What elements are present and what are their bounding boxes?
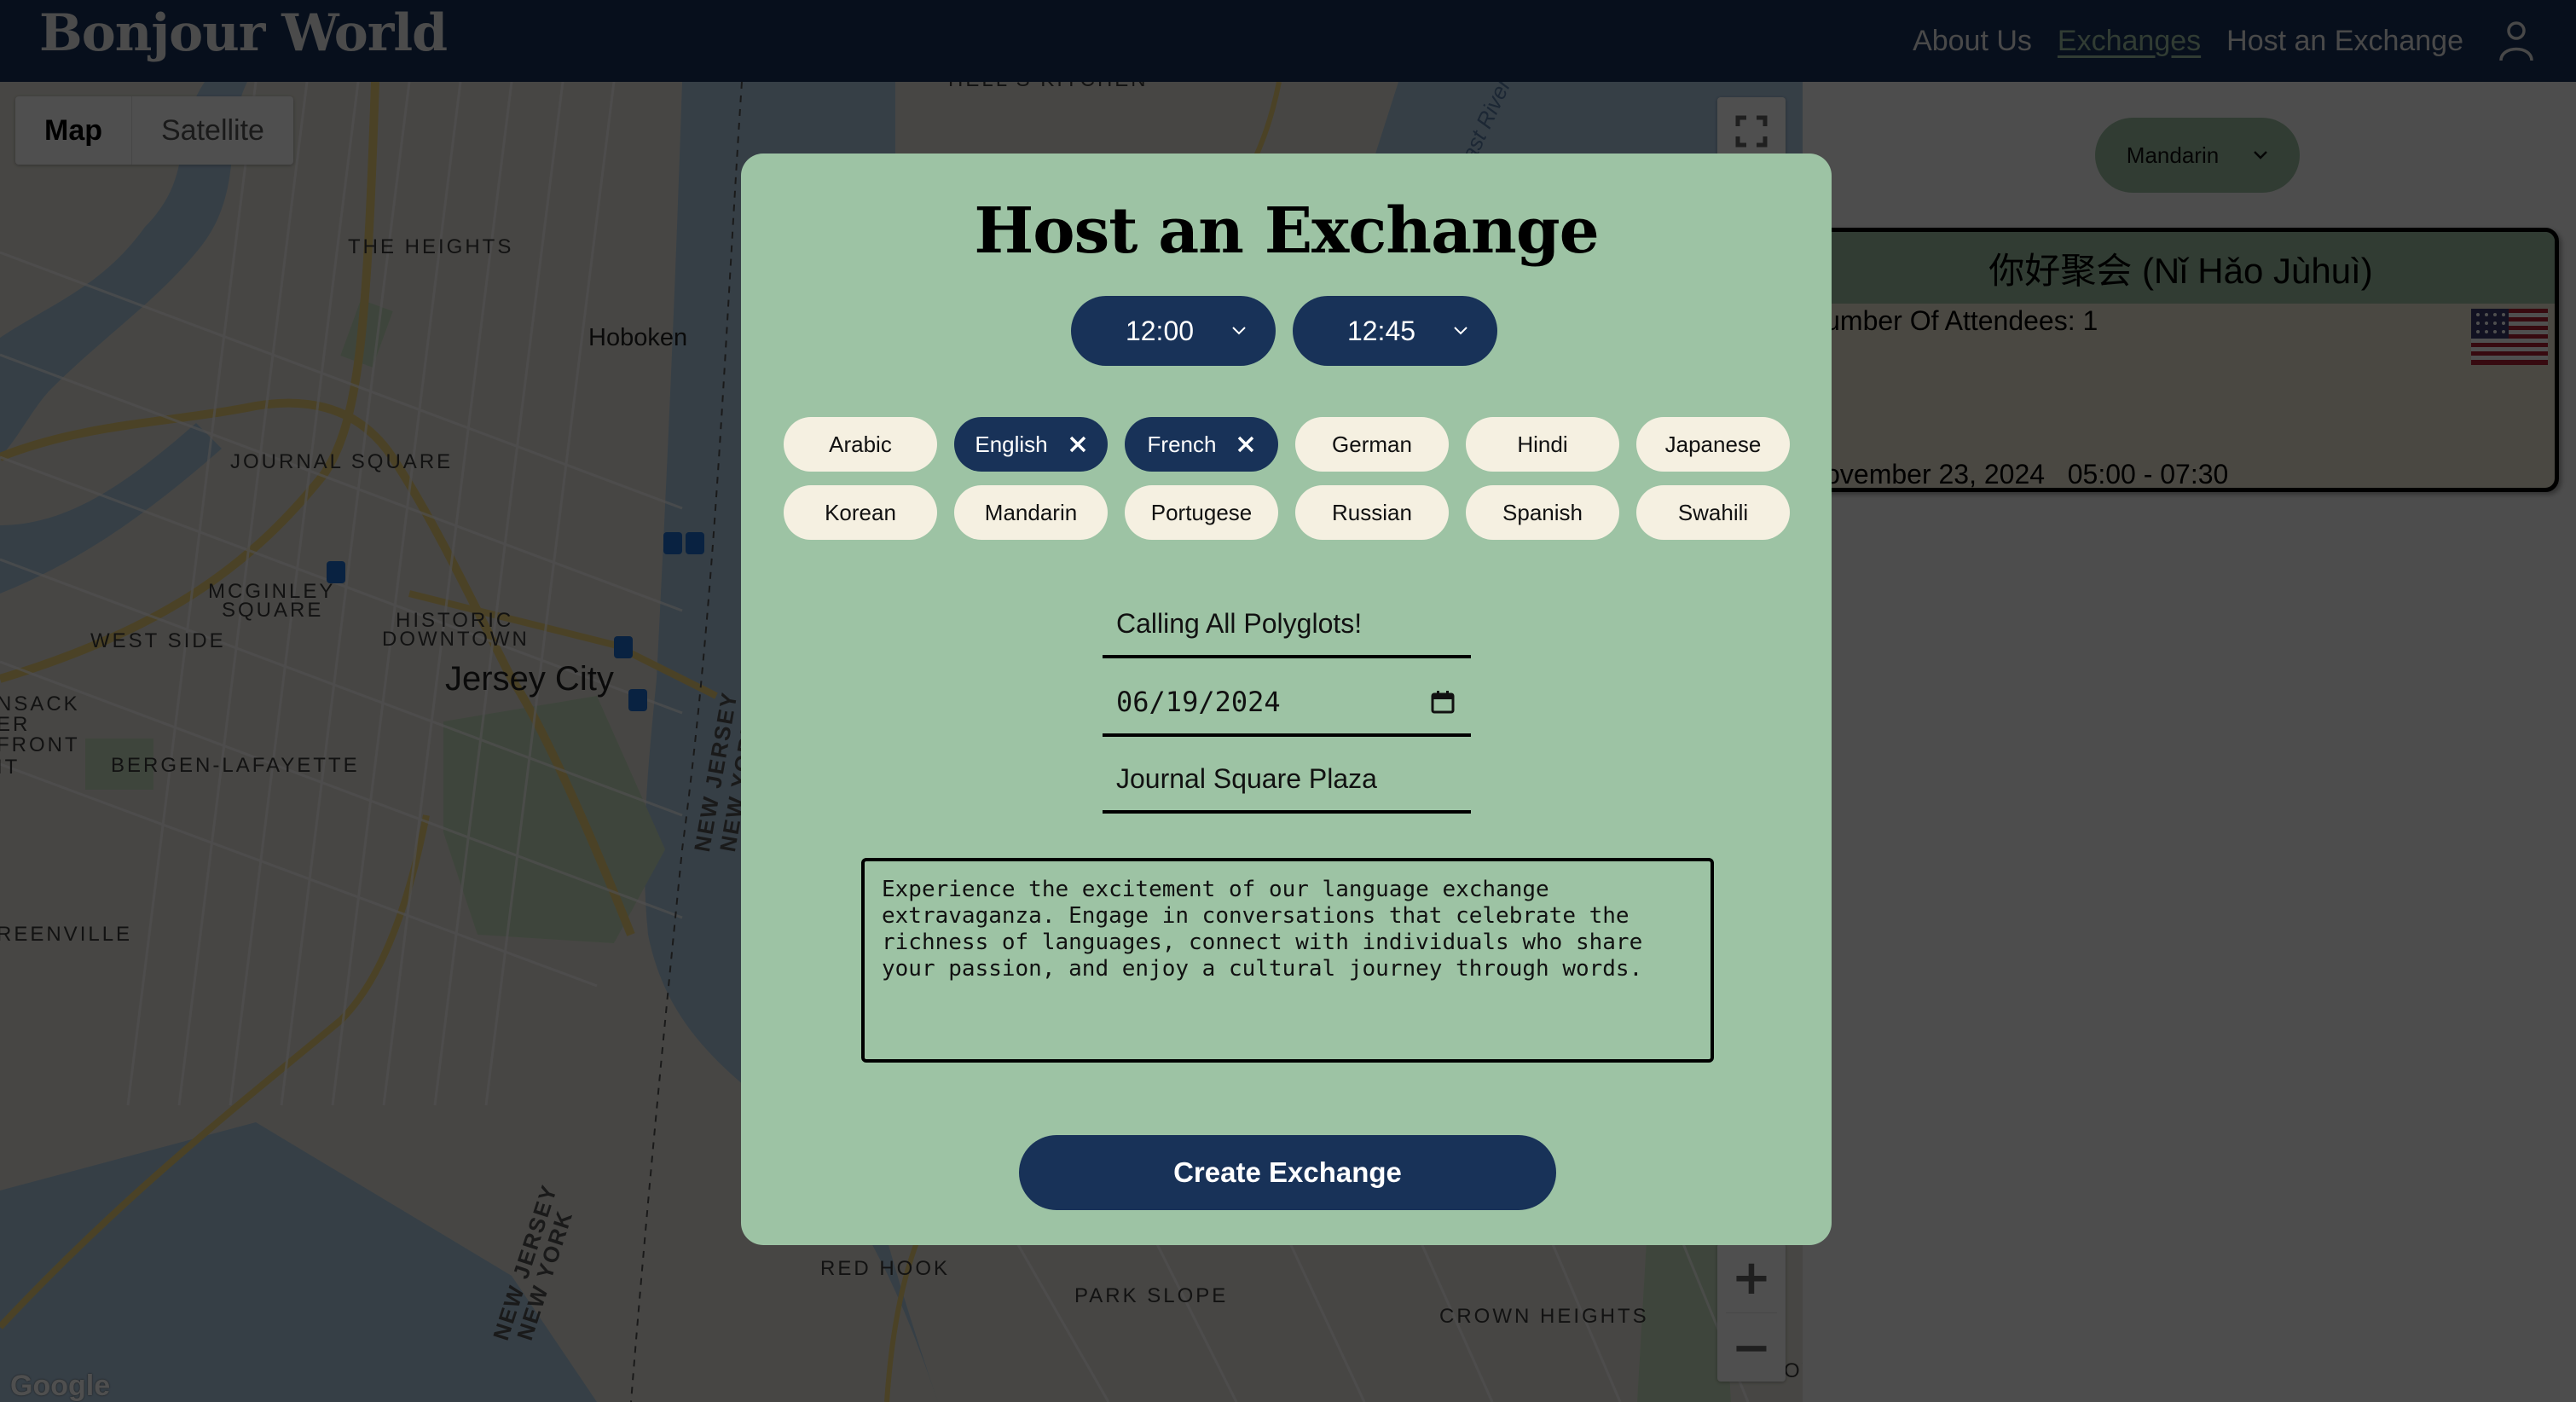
modal-title: Host an Exchange	[974, 194, 1599, 268]
page: Bonjour World About Us Exchanges Host an…	[0, 0, 2576, 1402]
language-chip-label: Hindi	[1517, 431, 1568, 457]
date-value: 06/19/2024	[1116, 686, 1281, 718]
end-time-select[interactable]: 12:45	[1293, 296, 1497, 366]
language-chip-german[interactable]: German	[1295, 417, 1449, 472]
description-textarea[interactable]: Experience the excitement of our languag…	[861, 858, 1714, 1063]
language-chip-group: Arabic English French German Hindi Japanese Ko…	[784, 417, 1790, 540]
location-input[interactable]: Journal Square Plaza	[1103, 747, 1471, 814]
language-chip-label: Japanese	[1664, 431, 1762, 457]
language-chip-japanese[interactable]: Japanese	[1636, 417, 1790, 472]
start-time-select[interactable]: 12:00	[1071, 296, 1276, 366]
language-chip-korean[interactable]: Korean	[784, 485, 937, 540]
create-exchange-button[interactable]: Create Exchange	[1019, 1135, 1556, 1210]
language-chip-label: German	[1332, 431, 1412, 457]
chevron-down-icon	[1232, 327, 1246, 335]
language-chip-label: French	[1147, 431, 1217, 457]
language-chip-label: Spanish	[1502, 499, 1583, 525]
location-value: Journal Square Plaza	[1116, 762, 1377, 794]
language-chip-label: Arabic	[829, 431, 892, 457]
chevron-down-icon	[1454, 327, 1467, 335]
time-range: 12:00 12:45	[1071, 296, 1497, 366]
language-chip-label: Korean	[825, 499, 896, 525]
language-chip-russian[interactable]: Russian	[1295, 485, 1449, 540]
remove-icon[interactable]	[1236, 435, 1255, 454]
language-chip-label: Russian	[1332, 499, 1412, 525]
language-chip-mandarin[interactable]: Mandarin	[954, 485, 1108, 540]
end-time-value: 12:45	[1346, 315, 1416, 346]
language-chip-spanish[interactable]: Spanish	[1466, 485, 1619, 540]
language-chip-label: English	[975, 431, 1048, 457]
language-chip-label: Mandarin	[984, 499, 1078, 525]
remove-icon[interactable]	[1068, 435, 1087, 454]
language-chip-english[interactable]: English	[954, 417, 1108, 472]
calendar-icon[interactable]	[1430, 689, 1456, 715]
exchange-title-input[interactable]: Calling All Polyglots!	[1103, 592, 1471, 658]
date-input[interactable]: 06/19/2024	[1103, 670, 1471, 737]
language-chip-portugese[interactable]: Portugese	[1125, 485, 1278, 540]
language-chip-label: Portugese	[1150, 499, 1253, 525]
exchange-title-value: Calling All Polyglots!	[1116, 607, 1363, 639]
start-time-value: 12:00	[1125, 315, 1195, 346]
language-chip-swahili[interactable]: Swahili	[1636, 485, 1790, 540]
language-chip-hindi[interactable]: Hindi	[1466, 417, 1619, 472]
language-chip-french[interactable]: French	[1125, 417, 1278, 472]
language-chip-label: Swahili	[1677, 499, 1749, 525]
host-exchange-modal: Host an Exchange 12:00 12:45 Arabic Engli…	[741, 154, 1832, 1245]
language-chip-arabic[interactable]: Arabic	[784, 417, 937, 472]
